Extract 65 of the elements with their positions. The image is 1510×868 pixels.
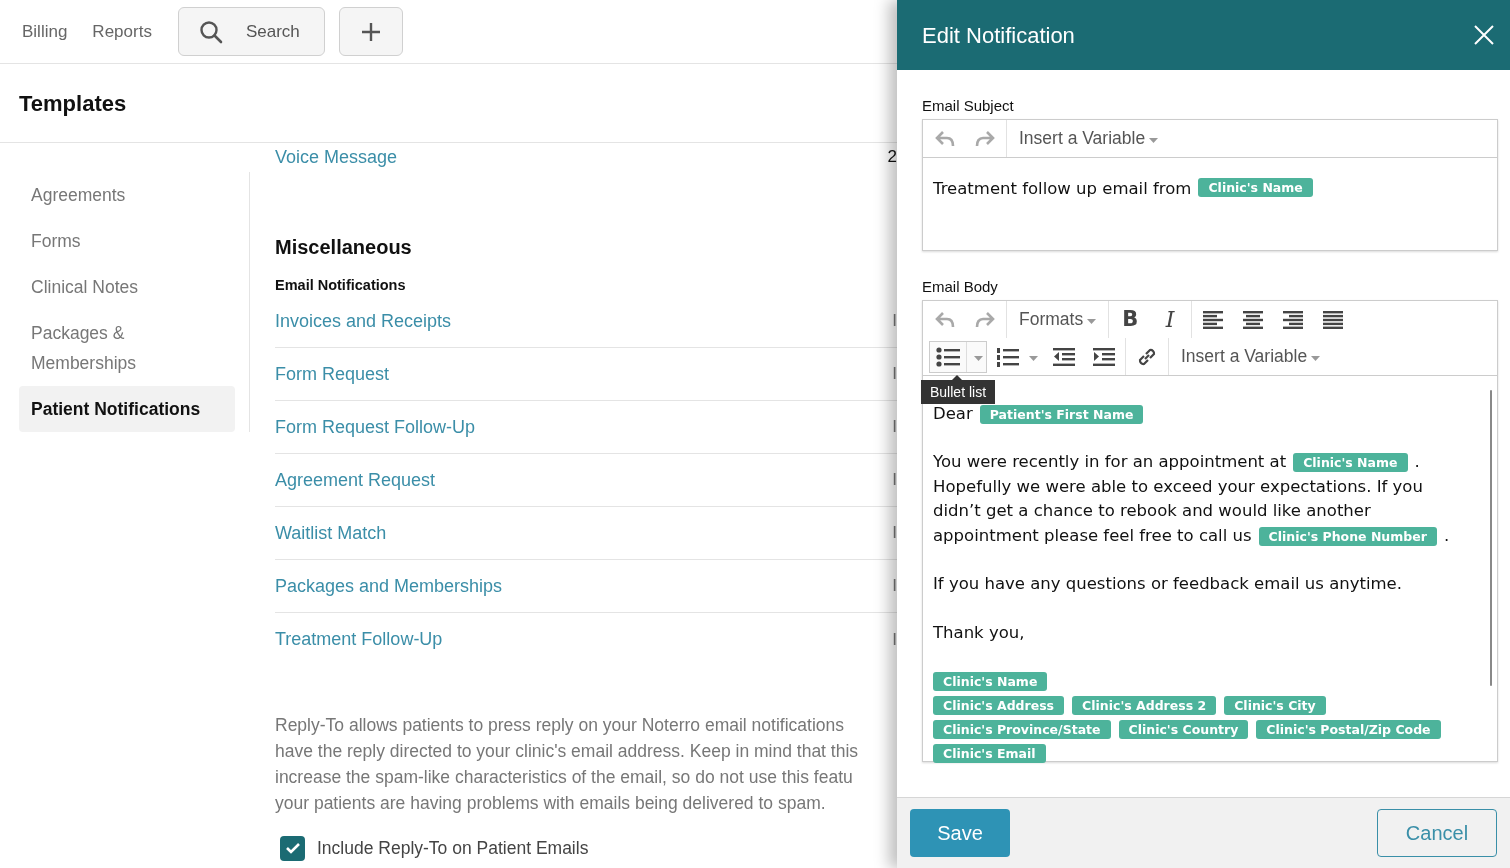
nav-link[interactable]: Billing [22,18,68,45]
subsection-title: Email Notifications [275,276,407,295]
body-text: Dear [933,402,973,425]
template-link[interactable]: Packages and Memberships [275,572,503,600]
template-cell-text: I [892,628,897,651]
help-text: have the reply directed to your clinic's email address. Keep in mind that this [275,740,860,763]
search-button[interactable]: Search [177,7,325,56]
variable-tag: Clinic's Country [1118,720,1249,739]
body-text: didn’t get a chance to rebook and would like another [933,500,1371,523]
variable-tag: Clinic's City [1224,696,1326,715]
template-link[interactable]: Treatment Follow-Up [275,626,443,653]
subject-text: Treatment follow up email from [933,178,1192,200]
formats-menu[interactable]: Formats [1008,301,1108,338]
page-title: Templates [19,89,127,118]
variable-tag: Clinic's Province/State [933,720,1111,739]
body-text: appointment please feel free to call us [933,524,1252,547]
template-link[interactable]: Form Request [275,360,390,388]
template-link[interactable]: Form Request Follow-Up [275,413,476,441]
body-text: . [1414,451,1420,474]
sidebar-item[interactable]: Forms [19,218,235,264]
sidebar-item[interactable]: Patient Notifications [19,386,235,432]
template-link[interactable]: Voice Message [275,143,398,171]
variable-tag: Clinic's Email [933,744,1046,763]
template-link[interactable]: Agreement Request [275,466,436,494]
section-title: Miscellaneous [275,235,413,260]
variable-tag: Clinic's Postal/Zip Code [1256,720,1441,739]
nav-link[interactable]: Reports [92,18,152,45]
variable-tag: Clinic's Name [933,672,1048,691]
variable-tag: Clinic's Address 2 [1072,696,1217,715]
variable-tag: Clinic's Name [1293,453,1408,473]
template-cell-text: I [892,469,897,492]
body-text: If you have any questions or feedback email us anytime. [933,573,1402,596]
body-text: . [1443,524,1450,547]
template-cell-text: I [892,363,897,386]
help-text: Reply-To allows patients to press reply on your Noterro email notifications [275,714,845,737]
body-text: Hopefully we were able to exceed your expectations. If you [933,475,1423,498]
save-button[interactable]: Save [910,809,1010,857]
field-label: Email Body [922,278,999,296]
variable-tag: Patient's First Name [979,404,1144,424]
variable-tag: Clinic's Phone Number [1258,526,1437,546]
variable-tag: Clinic's Name [1198,178,1313,197]
help-text: your patients are having problems with emails being delivered to spam. [275,792,827,815]
field-label: Email Subject [922,97,1015,115]
bold-button[interactable]: B [1110,301,1151,338]
template-link[interactable]: Invoices and Receipts [275,307,452,335]
subject-editor[interactable]: Insert a Variable Treatment follow up email from Clinic's Name [922,119,1498,251]
template-cell-text: I [892,416,897,439]
template-cell-text: I [892,310,897,333]
italic-button[interactable]: I [1150,301,1191,338]
variable-menu[interactable]: Insert a Variable [1170,338,1332,375]
body-text: You were recently in for an appointment at [933,451,1287,474]
checkbox-label: Include Reply-To on Patient Emails [317,837,589,860]
cancel-button[interactable]: Cancel [1377,809,1497,857]
body-text: Thank you, [933,621,1025,644]
sidebar-item[interactable]: Agreements [19,172,235,218]
sidebar-item[interactable]: Packages & Memberships [19,310,235,386]
template-cell-text: I [892,522,897,545]
help-text: increase the spam-like characteristics of the email, so do not use this featu [275,766,854,789]
drawer-title: Edit Notification [922,21,1075,50]
sidebar-item[interactable]: Clinical Notes [19,264,235,310]
variable-menu[interactable]: Insert a Variable [1008,120,1170,157]
template-cell-text: I [892,575,897,598]
variable-tag: Clinic's Address [933,696,1065,715]
template-cell-text: 2 [887,146,897,169]
template-link[interactable]: Waitlist Match [275,519,387,547]
